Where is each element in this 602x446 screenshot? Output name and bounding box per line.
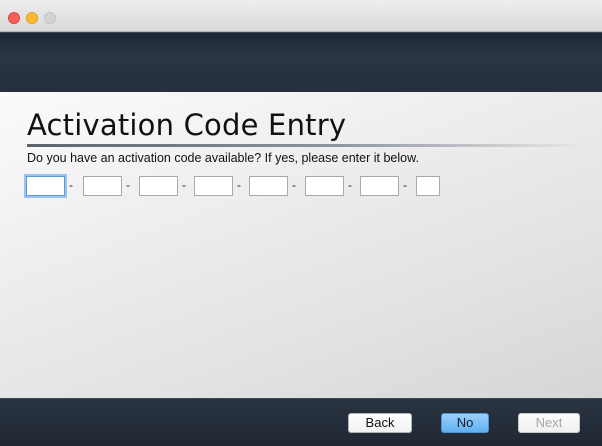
next-button[interactable]: Next [518,413,580,433]
code-separator: - [69,178,73,192]
code-segment-1-input[interactable] [26,176,65,196]
code-segment-6-input[interactable] [305,176,344,196]
code-segment-8-input[interactable] [416,176,440,196]
code-separator: - [126,178,130,192]
title-bar[interactable] [0,0,602,32]
code-separator: - [182,178,186,192]
page-title: Activation Code Entry [27,108,347,142]
code-separator: - [348,178,352,192]
no-button[interactable]: No [441,413,489,433]
code-segment-2-input[interactable] [83,176,122,196]
back-button[interactable]: Back [348,413,412,433]
code-separator: - [403,178,407,192]
footer-bar: Back No Next [0,398,602,446]
activation-code-fields: - - - - - - - [26,176,586,198]
installer-window: Activation Code Entry Do you have an act… [0,0,602,446]
activation-prompt: Do you have an activation code available… [27,151,419,165]
minimize-window-button[interactable] [26,12,38,24]
code-separator: - [237,178,241,192]
close-window-button[interactable] [8,12,20,24]
title-divider [27,144,587,147]
code-separator: - [292,178,296,192]
code-segment-3-input[interactable] [139,176,178,196]
code-segment-5-input[interactable] [249,176,288,196]
zoom-window-button[interactable] [44,12,56,24]
code-segment-4-input[interactable] [194,176,233,196]
header-banner [0,32,602,92]
content-panel: Activation Code Entry Do you have an act… [0,92,602,398]
code-segment-7-input[interactable] [360,176,399,196]
